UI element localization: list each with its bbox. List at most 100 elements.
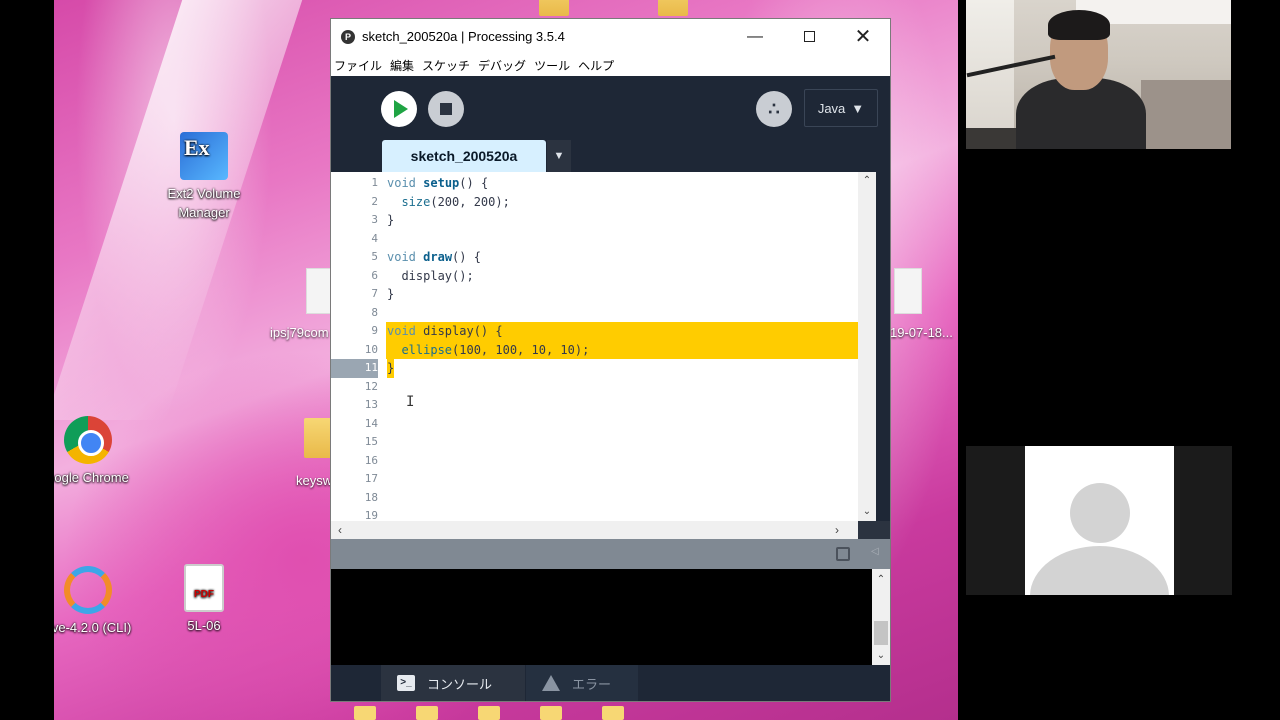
desktop-icon-pdf[interactable]: PDF 5L-06 [154, 564, 254, 635]
code-line[interactable]: 8 [331, 304, 876, 323]
minimize-button[interactable]: — [728, 19, 782, 54]
code-text: } [387, 211, 394, 230]
taskbar-folder-icon[interactable] [602, 706, 624, 720]
scroll-down-icon[interactable]: ⌄ [872, 647, 890, 665]
menu-edit[interactable]: 編集 [390, 57, 414, 74]
video-letterbox-left [0, 0, 54, 720]
editor-vertical-scrollbar[interactable]: ⌃ ⌄ [858, 172, 876, 521]
editor-horizontal-scrollbar[interactable]: ‹ › [331, 521, 858, 539]
desktop-icon-label: ipsj79com [270, 325, 329, 340]
copy-console-icon[interactable] [836, 547, 850, 561]
maximize-button[interactable] [782, 19, 836, 54]
mode-selector[interactable]: Java ▼ [804, 89, 878, 127]
stop-button[interactable] [428, 91, 464, 127]
terminal-icon: >_ [397, 675, 415, 691]
scroll-up-icon[interactable]: ⌃ [858, 172, 876, 190]
menu-debug[interactable]: デバッグ [478, 57, 526, 74]
code-line[interactable]: 7} [331, 285, 876, 304]
code-line[interactable]: 4 [331, 230, 876, 249]
window-title: sketch_200520a | Processing 3.5.4 [362, 29, 565, 44]
tab-row: sketch_200520a ▼ [331, 139, 890, 172]
code-token: () { [459, 176, 489, 190]
desktop-icon-chrome[interactable]: oogle Chrome [54, 416, 138, 487]
title-bar[interactable]: P sketch_200520a | Processing 3.5.4 — ✕ [331, 19, 890, 54]
debug-button[interactable]: ∴ [756, 91, 792, 127]
code-token: (100, 100, 10, 10); [452, 342, 590, 357]
line-number: 3 [371, 213, 378, 226]
code-line[interactable]: 11} [331, 359, 876, 378]
editor-marker-strip [876, 172, 890, 521]
line-number: 6 [371, 268, 378, 282]
line-number: 2 [371, 194, 378, 208]
code-token: ellipse [401, 342, 453, 357]
code-token: size [401, 194, 431, 209]
desktop-icon-octave[interactable]: ave-4.2.0 (CLI) [54, 566, 138, 637]
code-token: void [387, 324, 416, 338]
desktop-icon-label: oogle Chrome [54, 470, 129, 485]
code-line[interactable]: 10 ellipse(100, 100, 10, 10); [331, 340, 876, 359]
code-text: size(200, 200); [387, 193, 510, 212]
folder-icon[interactable] [658, 0, 688, 16]
code-line[interactable]: 15 [331, 433, 876, 452]
tab-console[interactable]: >_ コンソール [381, 665, 525, 701]
chrome-icon [64, 416, 112, 464]
taskbar-folder-icon[interactable] [478, 706, 500, 720]
code-editor[interactable]: 1 void setup() {2 size(200, 200); 3} 4 5 void… [331, 172, 876, 521]
desktop-icon-ext2[interactable]: Ex Ext2 Volume Manager [154, 132, 254, 222]
code-text: void display() { [387, 322, 503, 341]
scroll-right-icon[interactable]: › [828, 521, 846, 539]
processing-window: P sketch_200520a | Processing 3.5.4 — ✕ … [330, 18, 891, 702]
presenter-hair [1048, 10, 1110, 40]
desktop-icon-label: 19-07-18... [890, 325, 953, 340]
code-line[interactable]: 19 [331, 507, 876, 521]
desktop-icon-label: 5L-06 [187, 618, 221, 633]
code-line[interactable]: 5 void draw() { [331, 248, 876, 267]
document-file-icon[interactable] [894, 268, 922, 314]
line-number: 11 [331, 359, 378, 378]
scroll-left-icon[interactable]: ‹ [331, 521, 349, 539]
code-line[interactable]: 2 size(200, 200); [331, 193, 876, 212]
code-line[interactable]: 18 [331, 489, 876, 508]
scroll-down-icon[interactable]: ⌄ [858, 503, 876, 521]
collapse-arrow-icon[interactable]: ◁ [871, 546, 879, 557]
scroll-thumb[interactable] [874, 621, 888, 645]
line-number: 19 [364, 509, 378, 521]
desktop-icon-label: Ext2 Volume Manager [167, 186, 241, 220]
code-token: (200, 200); [430, 194, 510, 209]
line-number: 7 [371, 287, 378, 300]
code-text: } [387, 285, 394, 304]
code-line[interactable]: 14 [331, 415, 876, 434]
code-token: display() { [415, 324, 503, 338]
menu-file[interactable]: ファイル [334, 57, 382, 74]
avatar [1025, 446, 1174, 595]
code-line[interactable]: 3} [331, 211, 876, 230]
code-line[interactable]: 9 void display() { [331, 322, 876, 341]
line-number: 18 [364, 490, 378, 504]
menu-help[interactable]: ヘルプ [578, 57, 614, 74]
tab-sketch[interactable]: sketch_200520a [382, 140, 546, 172]
code-line[interactable]: 6 display(); [331, 267, 876, 286]
run-button[interactable] [381, 91, 417, 127]
tab-menu-button[interactable]: ▼ [547, 140, 571, 172]
taskbar-folder-icon[interactable] [354, 706, 376, 720]
console-output[interactable] [331, 569, 872, 665]
code-token: } [387, 213, 395, 227]
taskbar-folder-icon[interactable] [540, 706, 562, 720]
folder-icon[interactable] [539, 0, 569, 16]
code-line[interactable]: 16 [331, 452, 876, 471]
menu-tools[interactable]: ツール [534, 57, 570, 74]
code-line[interactable]: 1 void setup() { [331, 174, 876, 193]
code-text: void setup() { [387, 174, 488, 193]
tab-errors[interactable]: エラー [526, 665, 638, 701]
code-line[interactable]: 17 [331, 470, 876, 489]
close-button[interactable]: ✕ [836, 19, 890, 54]
console-scrollbar[interactable]: ⌃ ⌄ [872, 569, 890, 665]
menu-bar: ファイル 編集 スケッチ デバッグ ツール ヘルプ [331, 54, 890, 76]
taskbar-folder-icon[interactable] [416, 706, 438, 720]
processing-app-icon: P [341, 29, 355, 44]
menu-sketch[interactable]: スケッチ [422, 57, 470, 74]
debugger-icon: ∴ [768, 99, 780, 119]
code-token: display(); [387, 268, 474, 283]
scroll-up-icon[interactable]: ⌃ [872, 571, 890, 589]
avatar-head-icon [1070, 483, 1130, 543]
